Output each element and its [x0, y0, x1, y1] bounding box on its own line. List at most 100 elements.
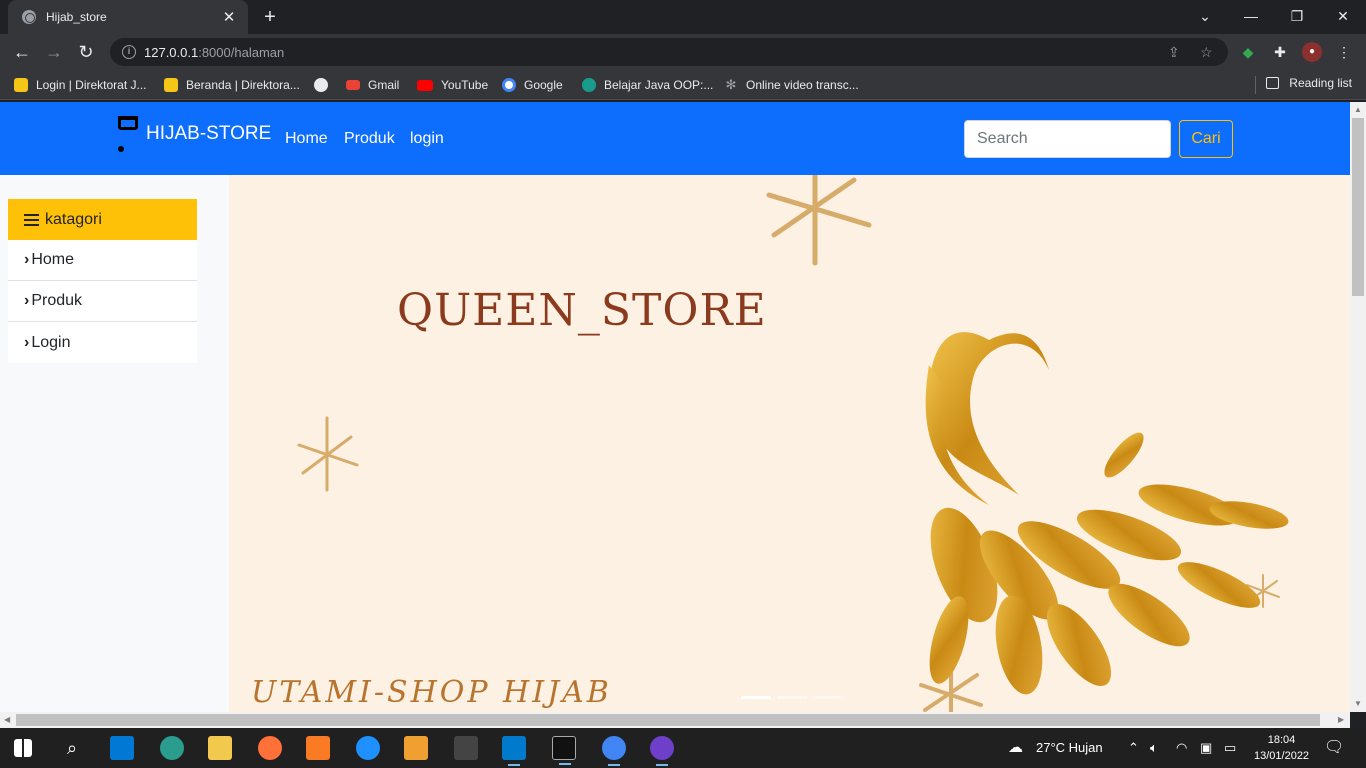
bookmark-item[interactable] — [314, 76, 336, 94]
bookmark-item[interactable]: YouTube — [417, 76, 488, 94]
puzzle-icon[interactable]: ✚ — [1270, 42, 1290, 62]
globe-icon — [314, 78, 328, 92]
scrollbar-thumb[interactable] — [16, 714, 1320, 726]
banner-subtitle: UTAMI-SHOP HIJAB — [251, 675, 612, 710]
chevron-right-icon: › — [24, 292, 30, 309]
google-icon — [502, 78, 516, 92]
new-tab-button[interactable]: + — [258, 5, 282, 29]
close-window-button[interactable]: ✕ — [1320, 0, 1366, 34]
file-explorer-icon[interactable] — [208, 736, 232, 760]
clock-time: 18:04 — [1267, 734, 1296, 746]
minimize-button[interactable]: — — [1228, 0, 1274, 34]
scroll-up-icon[interactable]: ▲ — [1354, 105, 1362, 114]
menu-icon[interactable]: ⋮ — [1334, 42, 1354, 62]
bookmark-favicon-icon — [164, 78, 178, 92]
info-icon[interactable]: i — [122, 45, 136, 59]
scroll-left-icon[interactable]: ◀ — [4, 715, 10, 724]
sidebar-item-login[interactable]: › Login — [8, 322, 197, 363]
chrome-icon[interactable] — [602, 736, 626, 766]
bookmark-item[interactable]: Login | Direktorat J... — [14, 76, 147, 94]
carousel-indicator[interactable] — [813, 696, 843, 699]
windows-start-icon[interactable] — [14, 739, 32, 757]
horizontal-scrollbar[interactable]: ◀ ▶ — [0, 712, 1350, 728]
bookmark-item[interactable]: Gmail — [346, 76, 399, 94]
bookmark-item[interactable]: ✻ Online video transc... — [724, 76, 859, 94]
bookmarks-divider — [1255, 76, 1256, 94]
sidebar-item-produk[interactable]: › Produk — [8, 281, 197, 322]
chevron-right-icon: › — [24, 251, 30, 268]
scrollbar-thumb[interactable] — [1352, 118, 1364, 296]
back-arrow-icon[interactable]: ← — [10, 40, 34, 64]
banner-title: QUEEN_STORE — [397, 285, 767, 336]
address-bar[interactable]: i 127.0.0.1:8000/halaman ⇪ ☆ — [110, 38, 1228, 66]
tab-search-button[interactable]: ⌄ — [1182, 0, 1228, 34]
carousel-indicator[interactable] — [777, 696, 807, 699]
notification-icon[interactable]: 🗨︎ — [1324, 728, 1344, 768]
vscode-icon[interactable] — [502, 736, 526, 766]
battery-icon[interactable]: ▭ — [1224, 728, 1236, 768]
url-path: :8000/halaman — [198, 44, 285, 60]
store-icon[interactable] — [110, 736, 134, 760]
weather-icon[interactable]: ☁ — [1008, 728, 1023, 768]
cart-icon — [116, 114, 140, 154]
bookmark-item[interactable]: Google — [502, 76, 563, 94]
banner-artwork — [297, 175, 1289, 712]
windows-taskbar: ⌕ ☁ 27°C Hujan ⌃ 🔈︎ ◠ ▣ ▭ 18:04 13/01/20… — [0, 728, 1366, 768]
bookmark-star-icon[interactable]: ☆ — [1200, 38, 1213, 66]
category-sidebar: katagori › Home › Produk › Login — [8, 199, 197, 363]
github-desktop-icon[interactable] — [650, 736, 674, 766]
search-icon[interactable]: ⌕ — [60, 736, 84, 760]
url-host: 127.0.0.1 — [144, 44, 199, 60]
profile-avatar[interactable]: ● — [1302, 42, 1322, 62]
xampp-icon[interactable] — [306, 736, 330, 760]
star-decoration — [766, 175, 872, 266]
brand-name: HIJAB-STORE — [146, 123, 272, 144]
search-button[interactable]: Cari — [1179, 120, 1233, 158]
reading-list-button[interactable]: Reading list — [1266, 76, 1352, 90]
site-navbar: HIJAB-STORE Home Produk login Cari — [0, 102, 1350, 175]
system-clock[interactable]: 18:04 13/01/2022 — [1254, 732, 1309, 764]
banner-carousel[interactable]: QUEEN_STORE UTAMI-SHOP HIJAB — [229, 175, 1350, 712]
wifi-icon[interactable]: ◠ — [1176, 728, 1187, 768]
reading-list-icon — [1266, 77, 1280, 89]
web-page: HIJAB-STORE Home Produk login Cari katag… — [0, 102, 1350, 712]
scroll-down-icon[interactable]: ▼ — [1354, 699, 1362, 708]
reload-icon[interactable]: ↻ — [74, 40, 98, 64]
search-input[interactable] — [964, 120, 1171, 158]
carousel-indicator[interactable] — [741, 696, 771, 699]
gmail-icon — [346, 80, 360, 90]
tab-close-icon[interactable]: ✕ — [220, 8, 238, 26]
nav-link-home[interactable]: Home — [285, 130, 328, 148]
star-decoration — [297, 416, 359, 492]
bookmark-item[interactable]: Belajar Java OOP:... — [582, 76, 713, 94]
calendar-app-icon[interactable] — [454, 736, 478, 760]
clock-date: 13/01/2022 — [1254, 750, 1310, 762]
list-icon — [24, 213, 39, 226]
sidebar-header: katagori — [8, 199, 197, 240]
bookmark-item[interactable]: Beranda | Direktora... — [164, 76, 300, 94]
terminal-icon[interactable] — [552, 736, 576, 765]
browser-tab[interactable]: Hijab_store ✕ — [8, 0, 248, 34]
brand-link[interactable]: HIJAB-STORE — [116, 114, 271, 154]
vertical-scrollbar[interactable]: ▲ ▼ — [1350, 102, 1366, 712]
globe-icon — [22, 10, 36, 24]
chevron-right-icon: › — [24, 333, 30, 351]
extension-icon[interactable]: ◆ — [1238, 42, 1258, 62]
sidebar-item-home[interactable]: › Home — [8, 240, 197, 281]
nav-link-produk[interactable]: Produk — [344, 130, 395, 148]
chevron-up-icon[interactable]: ⌃ — [1128, 728, 1139, 768]
share-icon[interactable]: ⇪ — [1168, 38, 1180, 66]
tab-strip: Hijab_store ✕ + ⌄ — ❐ ✕ — [0, 0, 1366, 34]
forward-arrow-icon[interactable]: → — [42, 40, 66, 64]
internet-explorer-icon[interactable] — [356, 736, 380, 760]
display-icon[interactable]: ▣ — [1200, 728, 1212, 768]
edge-icon[interactable] — [160, 736, 184, 760]
tab-title: Hijab_store — [46, 10, 107, 24]
volume-icon[interactable]: 🔈︎ — [1150, 728, 1158, 768]
nav-link-login[interactable]: login — [410, 130, 444, 148]
restore-button[interactable]: ❐ — [1274, 0, 1320, 34]
weather-text[interactable]: 27°C Hujan — [1036, 728, 1103, 768]
scroll-right-icon[interactable]: ▶ — [1338, 715, 1344, 724]
media-player-icon[interactable] — [404, 736, 428, 760]
firefox-icon[interactable] — [258, 736, 282, 760]
